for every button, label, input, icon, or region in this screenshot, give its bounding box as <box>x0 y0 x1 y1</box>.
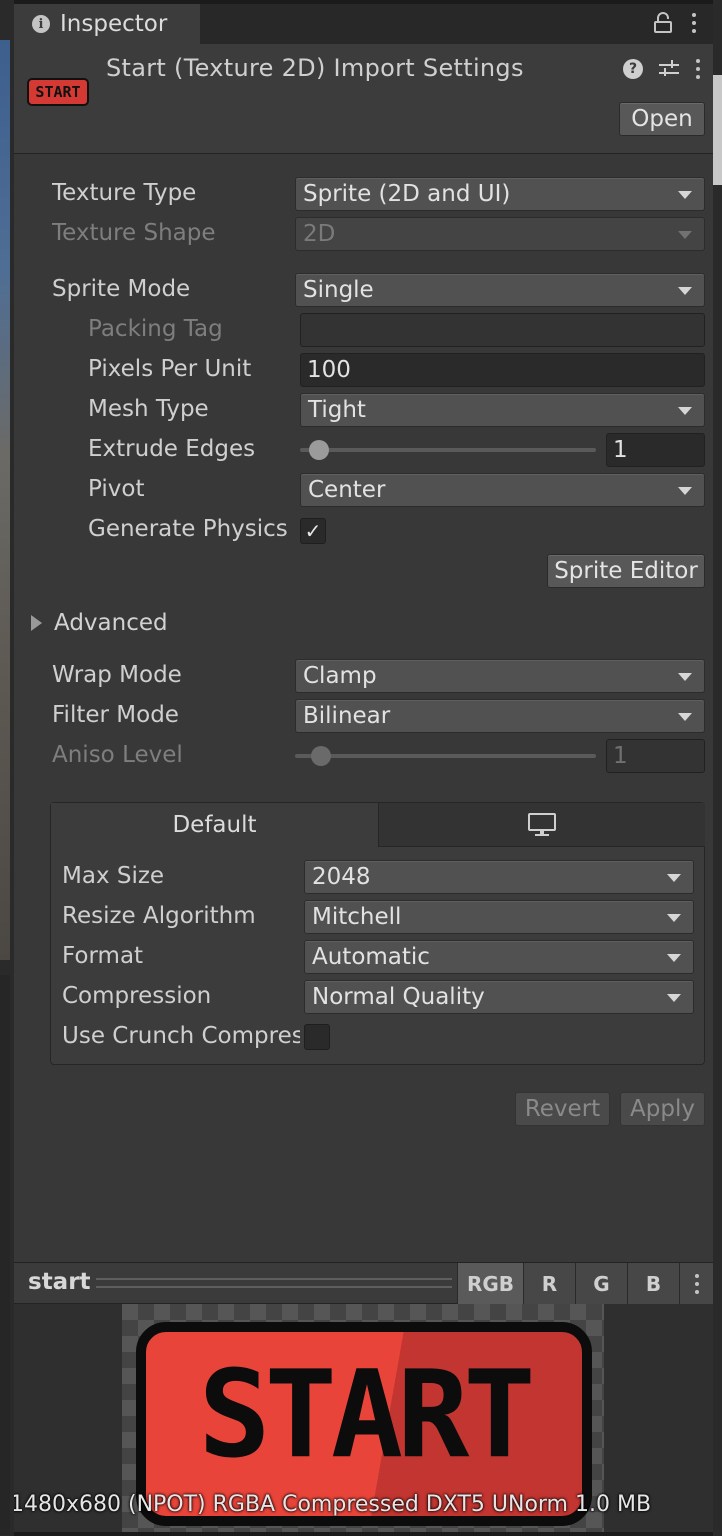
pivot-label: Pivot <box>88 476 145 502</box>
extrude-edges-label: Extrude Edges <box>88 436 256 462</box>
chevron-down-icon <box>678 673 692 681</box>
chevron-down-icon <box>667 954 681 962</box>
sprite-mode-label: Sprite Mode <box>52 276 191 302</box>
monitor-icon <box>528 812 556 837</box>
caret-right-icon <box>31 615 42 631</box>
channel-r-button[interactable]: R <box>523 1263 575 1304</box>
context-menu-icon[interactable] <box>695 59 701 79</box>
max-size-dropdown[interactable]: 2048 <box>304 860 694 894</box>
chevron-down-icon <box>678 713 692 721</box>
channel-rgb-button[interactable]: RGB <box>457 1263 523 1304</box>
tab-actions <box>653 12 697 34</box>
adjacent-panel-edge <box>713 0 722 1536</box>
resize-algorithm-label: Resize Algorithm <box>62 903 256 929</box>
texture-shape-label: Texture Shape <box>52 220 216 246</box>
sprite-mode-dropdown[interactable]: Single <box>295 273 705 307</box>
packing-tag-label: Packing Tag <box>88 316 223 342</box>
format-label: Format <box>62 943 144 969</box>
generate-physics-label: Generate Physics Shape <box>88 516 295 542</box>
chevron-down-icon <box>678 407 692 415</box>
aniso-level-slider-handle <box>311 746 331 766</box>
preview-resize-grip[interactable] <box>96 1278 452 1288</box>
pivot-dropdown[interactable]: Center <box>300 473 705 507</box>
aniso-level-slider-track <box>295 754 596 758</box>
chevron-down-icon <box>667 914 681 922</box>
advanced-label: Advanced <box>54 610 168 636</box>
aniso-level-field: 1 <box>606 739 705 773</box>
checkmark-icon: ✓ <box>304 519 322 543</box>
preview-title: start <box>28 1269 91 1295</box>
tab-menu-icon[interactable] <box>691 13 697 33</box>
pixels-per-unit-field[interactable]: 100 <box>300 353 705 387</box>
tab-standalone-platform[interactable] <box>379 803 705 847</box>
wrap-mode-label: Wrap Mode <box>52 662 182 688</box>
pixels-per-unit-label: Pixels Per Unit <box>88 356 252 382</box>
chevron-down-icon <box>678 287 692 295</box>
inspector-window: i Inspector START Start (Texture 2D) Imp… <box>14 4 713 1532</box>
header-icons: ? <box>623 59 701 79</box>
lock-icon[interactable] <box>653 12 673 34</box>
preview-toolbar: start RGB R G B <box>14 1262 713 1304</box>
preset-sliders-icon[interactable] <box>659 59 679 79</box>
texture-info-label: 1480x680 (NPOT) RGBA Compressed DXT5 UNo… <box>14 1492 652 1517</box>
preview-menu-icon <box>694 1273 700 1294</box>
wrap-mode-dropdown[interactable]: Clamp <box>295 659 705 693</box>
texture-shape-dropdown: 2D <box>295 217 705 251</box>
texture-type-dropdown[interactable]: Sprite (2D and UI) <box>295 177 705 211</box>
help-icon[interactable]: ? <box>623 59 643 79</box>
channel-b-button[interactable]: B <box>627 1263 679 1304</box>
advanced-foldout[interactable]: Advanced <box>31 610 168 636</box>
texture-thumbnail: START <box>27 78 89 106</box>
tab-label: Inspector <box>60 11 168 37</box>
texture-type-label: Texture Type <box>52 180 197 206</box>
resize-algorithm-dropdown[interactable]: Mitchell <box>304 900 694 934</box>
open-button[interactable]: Open <box>619 102 705 136</box>
max-size-label: Max Size <box>62 863 165 889</box>
scene-view-edge <box>0 0 14 1536</box>
compression-label: Compression <box>62 983 212 1009</box>
filter-mode-dropdown[interactable]: Bilinear <box>295 699 705 733</box>
compression-dropdown[interactable]: Normal Quality <box>304 980 694 1014</box>
chevron-down-icon <box>678 191 692 199</box>
chevron-down-icon <box>678 231 692 239</box>
platform-settings-panel: Default Max Size 2048 Resize Algorithm M… <box>50 802 705 1065</box>
mesh-type-dropdown[interactable]: Tight <box>300 393 705 427</box>
aniso-level-label: Aniso Level <box>52 742 183 768</box>
packing-tag-field[interactable] <box>300 313 705 347</box>
page-title: Start (Texture 2D) Import Settings <box>106 54 524 82</box>
extrude-edges-slider-handle[interactable] <box>309 440 329 460</box>
apply-button[interactable]: Apply <box>620 1092 705 1126</box>
tab-bar: i Inspector <box>14 4 713 44</box>
channel-g-button[interactable]: G <box>575 1263 627 1304</box>
chevron-down-icon <box>678 487 692 495</box>
chevron-down-icon <box>667 994 681 1002</box>
sprite-editor-button[interactable]: Sprite Editor <box>547 554 705 588</box>
generate-physics-checkbox[interactable]: ✓ <box>300 518 326 544</box>
preview-menu-button[interactable] <box>679 1263 713 1304</box>
extrude-edges-slider-track[interactable] <box>300 448 596 452</box>
filter-mode-label: Filter Mode <box>52 702 179 728</box>
use-crunch-label: Use Crunch Compression <box>62 1023 300 1049</box>
start-image-text: START <box>198 1345 535 1485</box>
chevron-down-icon <box>667 874 681 882</box>
tab-inspector[interactable]: i Inspector <box>14 4 200 44</box>
tab-default-platform[interactable]: Default <box>51 803 379 847</box>
mesh-type-label: Mesh Type <box>88 396 209 422</box>
extrude-edges-field[interactable]: 1 <box>606 433 705 467</box>
import-settings-header: START Start (Texture 2D) Import Settings… <box>14 44 713 154</box>
format-dropdown[interactable]: Automatic <box>304 940 694 974</box>
revert-button[interactable]: Revert <box>515 1092 610 1126</box>
info-icon: i <box>32 15 50 33</box>
use-crunch-checkbox[interactable] <box>304 1024 330 1050</box>
